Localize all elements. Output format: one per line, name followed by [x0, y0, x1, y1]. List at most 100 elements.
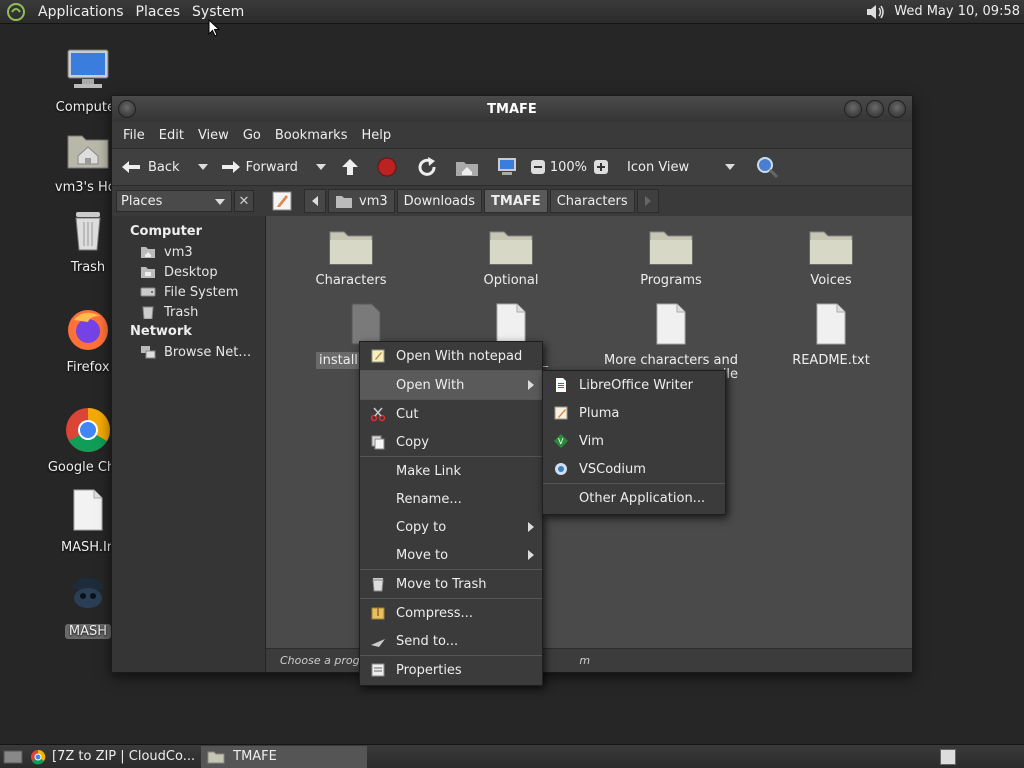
- home-icon[interactable]: [450, 156, 484, 178]
- forward-button[interactable]: Forward: [218, 157, 298, 177]
- window-menu-button[interactable]: [118, 100, 136, 118]
- breadcrumb-characters[interactable]: Characters: [549, 189, 635, 213]
- menu-item-label: Rename...: [396, 491, 462, 507]
- file-name: Programs: [640, 273, 702, 288]
- menu-go[interactable]: Go: [236, 128, 268, 143]
- applications-menu[interactable]: Applications: [32, 1, 130, 23]
- file-name: README.txt: [792, 353, 870, 368]
- workspace-switcher[interactable]: [940, 748, 956, 765]
- submenu-item-vim[interactable]: V Vim: [543, 427, 725, 455]
- submenu-item-other-application[interactable]: Other Application...: [543, 484, 725, 512]
- status-text: Choose a progra: [280, 654, 371, 667]
- submenu-arrow-icon: [528, 550, 534, 560]
- folder-icon: [207, 751, 225, 763]
- file-name: Characters: [315, 273, 387, 288]
- back-button[interactable]: Back: [120, 157, 180, 177]
- window-titlebar[interactable]: TMAFE: [112, 96, 912, 122]
- zoom-in-icon[interactable]: [593, 159, 609, 175]
- menu-help[interactable]: Help: [354, 128, 398, 143]
- submenu-item-libreoffice-writer[interactable]: LibreOffice Writer: [543, 371, 725, 399]
- firefox-icon: [68, 310, 108, 350]
- minimize-button[interactable]: [844, 100, 862, 118]
- send-icon: [371, 639, 385, 647]
- menu-item-copy-to[interactable]: Copy to: [360, 513, 542, 541]
- places-menu[interactable]: Places: [130, 1, 187, 23]
- breadcrumb-label: TMAFE: [491, 193, 541, 209]
- menu-edit[interactable]: Edit: [152, 128, 191, 143]
- menu-item-open-with-notepad[interactable]: Open With notepad: [360, 342, 542, 370]
- sidebar-item-trash[interactable]: Trash: [112, 302, 265, 322]
- file-item-voices[interactable]: Voices: [756, 226, 906, 288]
- menu-item-move-to[interactable]: Move to: [360, 541, 542, 569]
- up-arrow-icon[interactable]: [336, 156, 364, 178]
- stop-icon[interactable]: [370, 156, 404, 178]
- file-item-readme[interactable]: README.txt: [756, 302, 906, 368]
- sidebar-mode-select[interactable]: Places: [116, 190, 232, 212]
- menu-view[interactable]: View: [191, 128, 236, 143]
- menu-item-properties[interactable]: Properties: [360, 656, 542, 684]
- taskbar-item-chrome[interactable]: [7Z to ZIP | CloudCo...: [24, 746, 201, 768]
- show-desktop-icon[interactable]: [2, 747, 24, 767]
- menu-item-copy[interactable]: Copy: [360, 428, 542, 456]
- chevron-left-icon: [312, 196, 318, 206]
- menu-file[interactable]: File: [116, 128, 152, 143]
- home-folder-icon: [67, 135, 109, 169]
- sidebar-heading-network: Network: [130, 324, 192, 339]
- mate-logo-icon[interactable]: [6, 2, 26, 22]
- menu-item-label: Properties: [396, 662, 462, 678]
- menu-item-cut[interactable]: Cut: [360, 400, 542, 428]
- sidebar-item-label: File System: [164, 284, 239, 300]
- taskbar-item-tmafe[interactable]: TMAFE: [201, 745, 368, 768]
- breadcrumb-vm3[interactable]: vm3: [328, 189, 395, 213]
- menu-item-send-to[interactable]: Send to...: [360, 627, 542, 655]
- sidebar-item-desktop[interactable]: Desktop: [112, 262, 265, 282]
- submenu-item-vscodium[interactable]: VSCodium: [543, 455, 725, 483]
- mouse-pointer-icon: [208, 19, 220, 37]
- breadcrumb-back-arrow[interactable]: [304, 189, 326, 213]
- submenu-item-pluma[interactable]: Pluma: [543, 399, 725, 427]
- menu-item-open-with[interactable]: Open With: [360, 371, 542, 399]
- clock[interactable]: Wed May 10, 09:58: [894, 4, 1020, 19]
- menu-bookmarks[interactable]: Bookmarks: [268, 128, 355, 143]
- submenu-arrow-icon: [528, 380, 534, 390]
- volume-icon[interactable]: [864, 2, 886, 22]
- trash-icon: [142, 306, 154, 319]
- search-icon[interactable]: [755, 155, 779, 179]
- close-sidebar-button[interactable]: ✕: [234, 190, 254, 212]
- menu-item-compress[interactable]: Compress...: [360, 599, 542, 627]
- file-item-programs[interactable]: Programs: [596, 226, 746, 288]
- sidebar-item-browse-network[interactable]: Browse Net…: [112, 342, 265, 362]
- document-icon: [496, 303, 526, 345]
- vscodium-icon: [555, 463, 567, 475]
- chevron-down-icon: [725, 164, 736, 170]
- sidebar-item-file-system[interactable]: File System: [112, 282, 265, 302]
- file-item-characters[interactable]: Characters: [276, 226, 426, 288]
- computer-icon[interactable]: [490, 156, 524, 178]
- breadcrumb-forward-arrow[interactable]: [636, 189, 659, 213]
- view-mode-select[interactable]: Icon View: [627, 160, 749, 175]
- sidebar-mode-label: Places: [121, 193, 163, 209]
- breadcrumb-downloads[interactable]: Downloads: [396, 189, 483, 213]
- chrome-icon: [66, 408, 110, 452]
- menu-item-move-to-trash[interactable]: Move to Trash: [360, 570, 542, 598]
- forward-history-dropdown[interactable]: [315, 164, 326, 170]
- file-item-optional[interactable]: Optional: [436, 226, 586, 288]
- menu-item-label: Copy to: [396, 519, 447, 535]
- zoom-out-icon[interactable]: [530, 159, 546, 175]
- location-bar: Places ✕ vm3 Downloads TMAFE Characters: [112, 186, 912, 216]
- menu-item-label: Copy: [396, 434, 429, 450]
- edit-location-icon[interactable]: [270, 189, 294, 213]
- sidebar-item-vm3[interactable]: vm3: [112, 242, 265, 262]
- menu-item-make-link[interactable]: Make Link: [360, 457, 542, 485]
- back-history-dropdown[interactable]: [197, 164, 208, 170]
- maximize-button[interactable]: [866, 100, 884, 118]
- reload-icon[interactable]: [410, 156, 444, 178]
- forward-arrow-icon: [221, 161, 240, 173]
- close-button[interactable]: [888, 100, 906, 118]
- forward-label: Forward: [245, 159, 298, 175]
- breadcrumb-tmafe[interactable]: TMAFE: [484, 189, 548, 213]
- folder-icon: [809, 231, 853, 265]
- trash-icon: [75, 212, 101, 251]
- zoom-controls: 100%: [530, 159, 613, 175]
- menu-item-rename[interactable]: Rename...: [360, 485, 542, 513]
